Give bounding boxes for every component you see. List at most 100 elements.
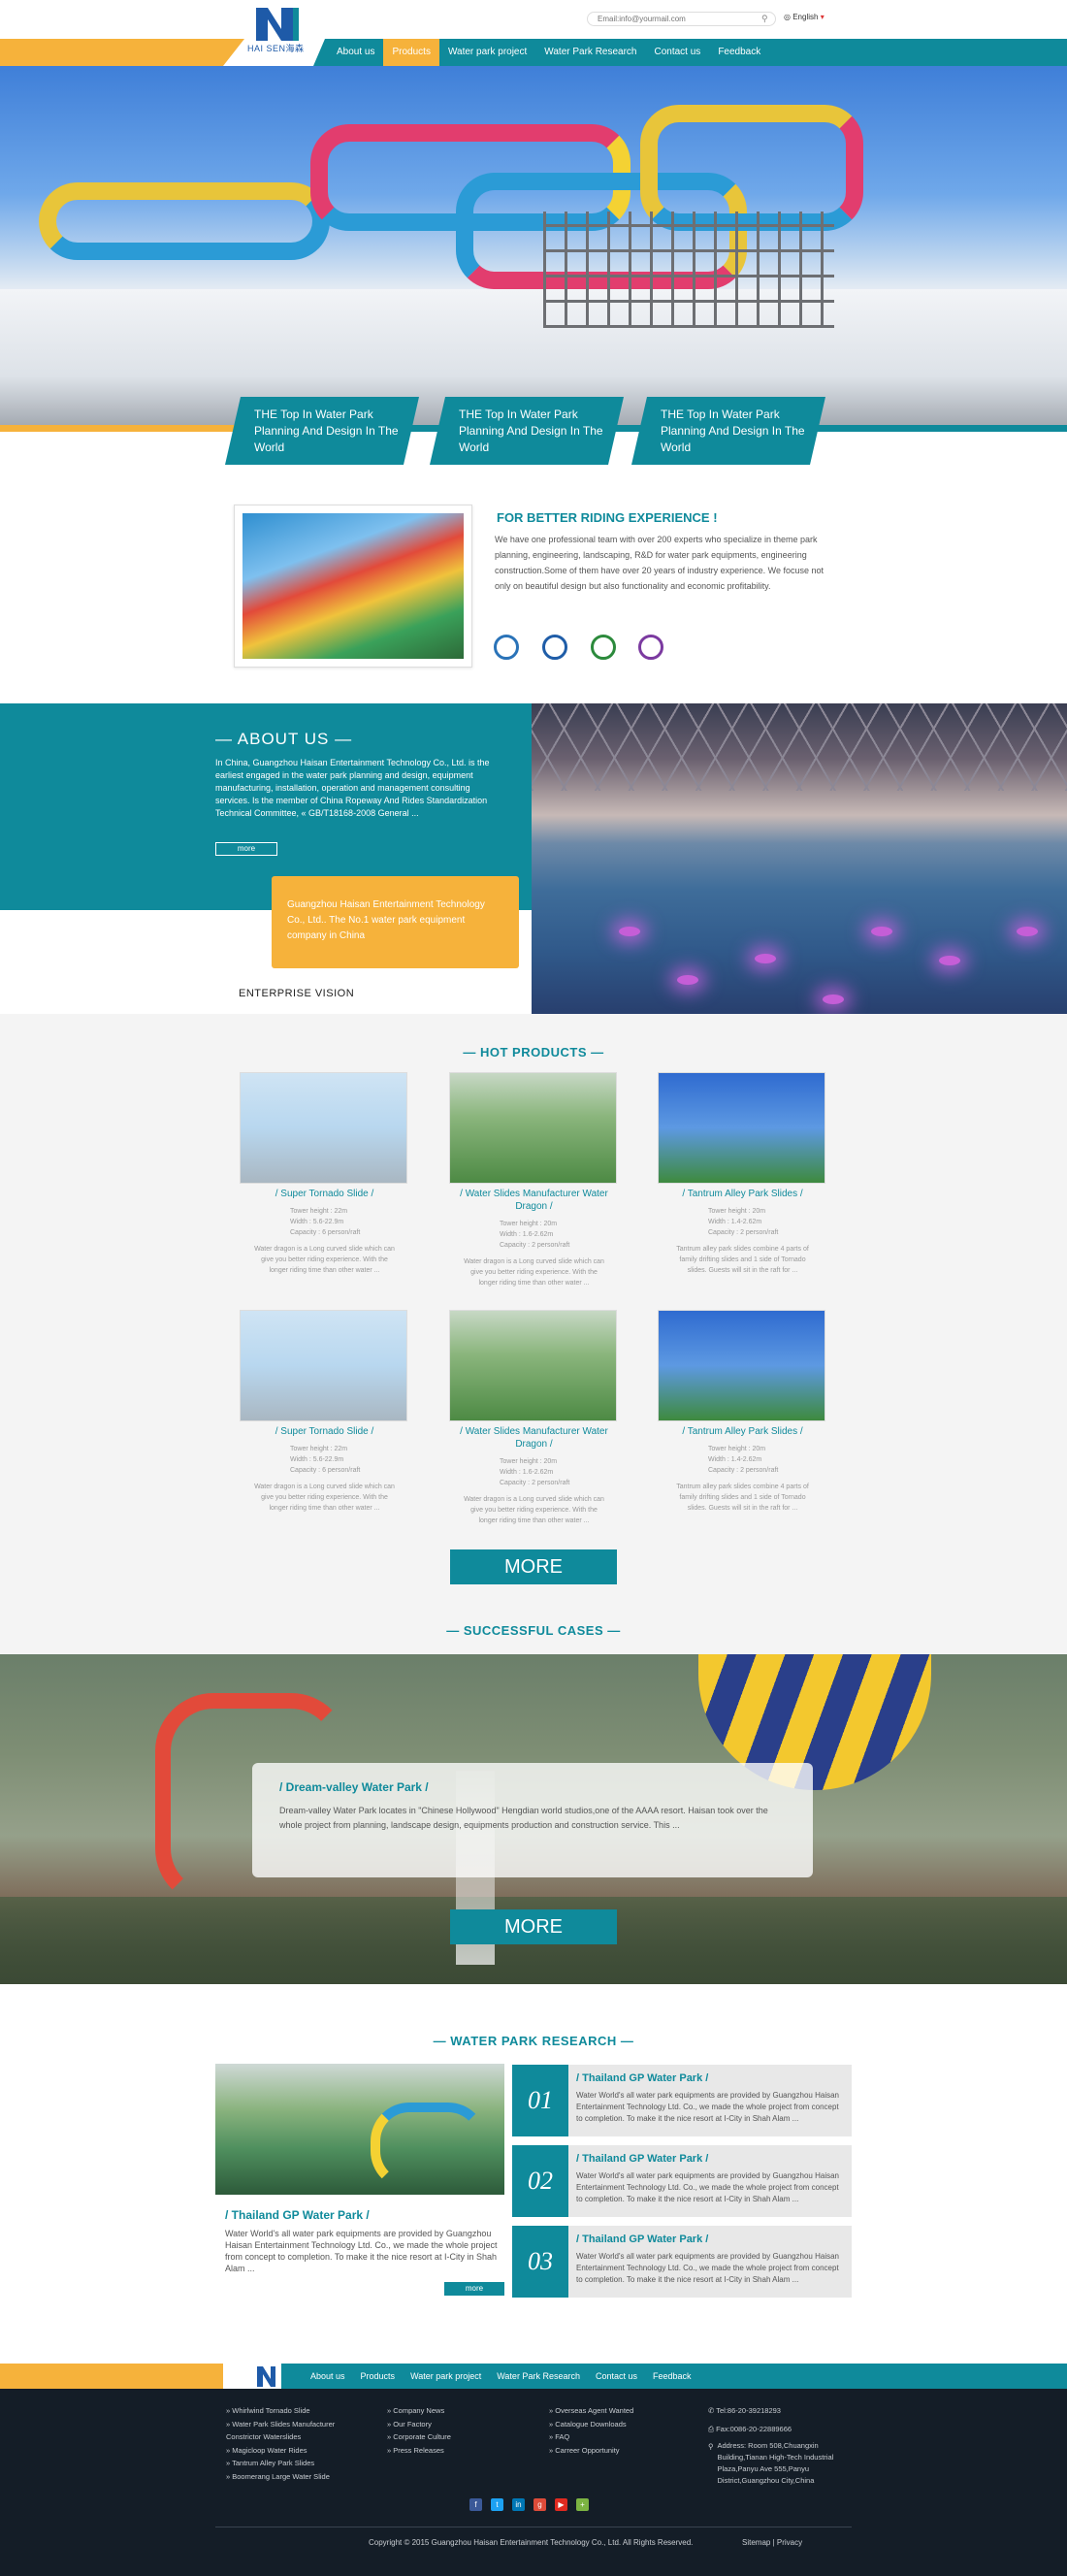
nav-about[interactable]: About us [328,39,383,66]
research-more-button[interactable]: more [444,2282,504,2296]
research-item-title[interactable]: / Thailand GP Water Park / [576,2234,708,2245]
research-item[interactable]: 01 / Thailand GP Water Park / Water Worl… [512,2065,852,2136]
footer-nav-contact[interactable]: Contact us [588,2364,645,2389]
footer-nav-products[interactable]: Products [353,2364,404,2389]
sitemap-privacy-links[interactable]: Sitemap | Privacy [742,2538,802,2547]
nav-items: About us Products Water park project Wat… [328,39,769,66]
cases-more-button[interactable]: MORE [450,1909,617,1944]
product-specs: Tower height : 22m Width : 5.6-22.9m Capac… [290,1208,361,1236]
footer-link[interactable]: » Tantrum Alley Park Slides [226,2457,335,2470]
research-photo[interactable] [215,2064,504,2195]
footer-link[interactable]: » Whirlwind Tornado Slide [226,2404,335,2418]
nav-contact[interactable]: Contact us [646,39,710,66]
product-name[interactable]: / Tantrum Alley Park Slides / [658,1188,827,1200]
product-specs: Tower height : 20m Width : 1.4-2.62m Capac… [708,1208,779,1236]
footer-link[interactable]: Constrictor Waterslides [226,2430,335,2444]
footer-product-links: » Whirlwind Tornado Slide » Water Park S… [226,2404,335,2483]
share-icon[interactable]: + [576,2498,589,2511]
twitter-icon[interactable]: t [491,2498,503,2511]
nav-research[interactable]: Water Park Research [535,39,645,66]
search-input[interactable] [587,12,776,26]
search-icon[interactable]: ⚲ [761,14,768,24]
footer-link[interactable]: » Water Park Slides Manufacturer [226,2418,335,2431]
product-description: Water dragon is a Long curved slide whic… [254,1484,395,1512]
product-image[interactable] [449,1310,617,1421]
nav-accent-left [0,39,244,66]
linkedin-icon[interactable]: in [512,2498,525,2511]
footer-link[interactable]: » Boomerang Large Water Slide [226,2470,335,2484]
product-card[interactable]: / Super Tornado Slide / Tower height : 2… [240,1310,409,1514]
product-description: Water dragon is a Long curved slide whic… [254,1246,395,1274]
footer [0,2389,1067,2576]
google-plus-icon[interactable]: g [534,2498,546,2511]
logo[interactable] [254,6,301,41]
footer-link[interactable]: » Our Factory [387,2418,451,2431]
case-card[interactable]: / Dream-valley Water Park / Dream-valley… [252,1763,813,1877]
product-card[interactable]: / Super Tornado Slide / Tower height : 2… [240,1072,409,1276]
footer-nav-research[interactable]: Water Park Research [489,2364,588,2389]
footer-tel: Tel:86-20-39218293 [716,2406,781,2415]
footer-link[interactable]: » FAQ [549,2430,633,2444]
footer-link[interactable]: » Corporate Culture [387,2430,451,2444]
product-image[interactable] [240,1072,407,1184]
product-specs: Tower height : 20m Width : 1.6-2.62m Capac… [500,1221,570,1249]
product-name[interactable]: / Water Slides Manufacturer Water Dragon… [449,1188,619,1213]
certification-badge-icon [494,635,519,660]
globe-icon: ◎ [784,13,791,21]
nav-water-park-project[interactable]: Water park project [439,39,535,66]
research-feature-title[interactable]: / Thailand GP Water Park / [225,2208,370,2222]
product-name[interactable]: / Tantrum Alley Park Slides / [658,1425,827,1438]
hero-card[interactable]: THE Top In Water Park Planning And Desig… [631,397,825,465]
youtube-icon[interactable]: ▶ [555,2498,567,2511]
footer-nav-feedback[interactable]: Feedback [645,2364,699,2389]
footer-link[interactable]: » Carreer Opportunity [549,2444,633,2458]
footer-link[interactable]: » Magicloop Water Rides [226,2444,335,2458]
nav-feedback[interactable]: Feedback [709,39,769,66]
footer-link[interactable]: » Catalogue Downloads [549,2418,633,2431]
hot-products-title: — HOT PRODUCTS — [463,1045,604,1060]
product-image[interactable] [658,1072,825,1184]
fax-icon: ⎙ [708,2424,714,2433]
facebook-icon[interactable]: f [469,2498,482,2511]
product-card[interactable]: / Tantrum Alley Park Slides / Tower heig… [658,1310,827,1514]
phone-icon: ✆ [708,2406,715,2415]
footer-nav-project[interactable]: Water park project [403,2364,489,2389]
product-description: Tantrum alley park slides combine 4 part… [676,1246,809,1274]
product-card[interactable]: / Water Slides Manufacturer Water Dragon… [449,1072,619,1288]
copyright: Copyright © 2015 Guangzhou Haisan Entert… [369,2538,694,2547]
research-item[interactable]: 03 / Thailand GP Water Park / Water Worl… [512,2226,852,2298]
research-title: — WATER PARK RESEARCH — [433,2034,634,2048]
footer-nav-about[interactable]: About us [303,2364,353,2389]
about-more-button[interactable]: more [215,842,277,856]
product-name[interactable]: / Super Tornado Slide / [240,1425,409,1438]
product-image[interactable] [449,1072,617,1184]
hero-card[interactable]: THE Top In Water Park Planning And Desig… [225,397,419,465]
footer-link[interactable]: » Overseas Agent Wanted [549,2404,633,2418]
top-bar [0,0,1067,39]
footer-contact: ✆ Tel:86-20-39218293 ⎙ Fax:0086-20-22889… [708,2404,844,2487]
about-highlight: Guangzhou Haisan Entertainment Technolog… [272,876,519,968]
about-title: — ABOUT US — [215,730,353,748]
products-more-button[interactable]: MORE [450,1549,617,1584]
research-item-title[interactable]: / Thailand GP Water Park / [576,2072,708,2084]
product-name[interactable]: / Super Tornado Slide / [240,1188,409,1200]
nav-products[interactable]: Products [383,39,439,66]
research-item-text: Water World's all water park equipments … [576,2171,839,2203]
research-item-title[interactable]: / Thailand GP Water Park / [576,2153,708,2165]
product-image[interactable] [658,1310,825,1421]
product-name[interactable]: / Water Slides Manufacturer Water Dragon… [449,1425,619,1451]
intro-photo [234,505,472,668]
product-image[interactable] [240,1310,407,1421]
product-card[interactable]: / Tantrum Alley Park Slides / Tower heig… [658,1072,827,1276]
language-selector[interactable]: ◎ English ▾ [784,13,824,21]
footer-link[interactable]: » Press Releases [387,2444,451,2458]
research-item[interactable]: 02 / Thailand GP Water Park / Water Worl… [512,2145,852,2217]
case-title[interactable]: / Dream-valley Water Park / [279,1780,786,1794]
product-specs: Tower height : 22m Width : 5.6-22.9m Capac… [290,1446,361,1474]
enterprise-vision-link[interactable]: ENTERPRISE VISION [239,988,354,999]
footer-link[interactable]: » Company News [387,2404,451,2418]
hero-card[interactable]: THE Top In Water Park Planning And Desig… [430,397,624,465]
certification-badge-icon [591,635,616,660]
footer-logo[interactable] [254,2364,279,2389]
product-card[interactable]: / Water Slides Manufacturer Water Dragon… [449,1310,619,1526]
